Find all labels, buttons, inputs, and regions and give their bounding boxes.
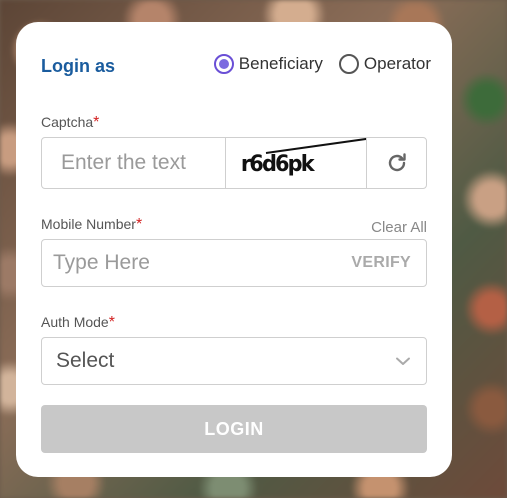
radio-unchecked-icon[interactable] [338,54,359,74]
radio-beneficiary[interactable]: Beneficiary [213,54,323,74]
captcha-label-text: Captcha [41,114,94,130]
captcha-strike-line [265,138,366,154]
mobile-field-group: VERIFY [41,239,427,287]
verify-button[interactable]: VERIFY [351,254,411,272]
login-as-row: Login as Beneficiary Operator [41,54,431,78]
captcha-image-text: r6d6pk [240,152,315,177]
refresh-icon [388,153,406,172]
mobile-number-input[interactable] [42,240,332,286]
captcha-refresh-button[interactable] [367,138,426,188]
required-mark: * [135,216,143,233]
chevron-down-icon [396,357,410,365]
radio-beneficiary-label: Beneficiary [238,54,323,73]
radio-checked-icon[interactable] [213,54,234,74]
required-mark: * [108,314,115,331]
login-type-radio-group: Beneficiary Operator [198,54,431,74]
login-card: Login as Beneficiary Operator Captcha* r… [16,22,452,477]
required-mark: * [93,114,100,131]
captcha-field-group: r6d6pk [41,137,427,189]
auth-mode-label: Auth Mode* [41,314,115,332]
login-button[interactable]: LOGIN [41,405,427,453]
radio-operator-label: Operator [363,54,431,73]
captcha-label: Captcha* [41,114,99,132]
mobile-number-label: Mobile Number* [41,216,142,234]
clear-all-link[interactable]: Clear All [371,219,427,236]
login-as-title: Login as [41,56,116,76]
radio-operator[interactable]: Operator [338,54,431,74]
auth-mode-label-text: Auth Mode [41,314,109,330]
auth-mode-selected-value: Select [56,349,115,372]
auth-mode-select[interactable]: Select [41,337,427,385]
captcha-image: r6d6pk [226,138,367,188]
mobile-number-label-text: Mobile Number [41,216,136,232]
captcha-input[interactable] [42,138,226,188]
